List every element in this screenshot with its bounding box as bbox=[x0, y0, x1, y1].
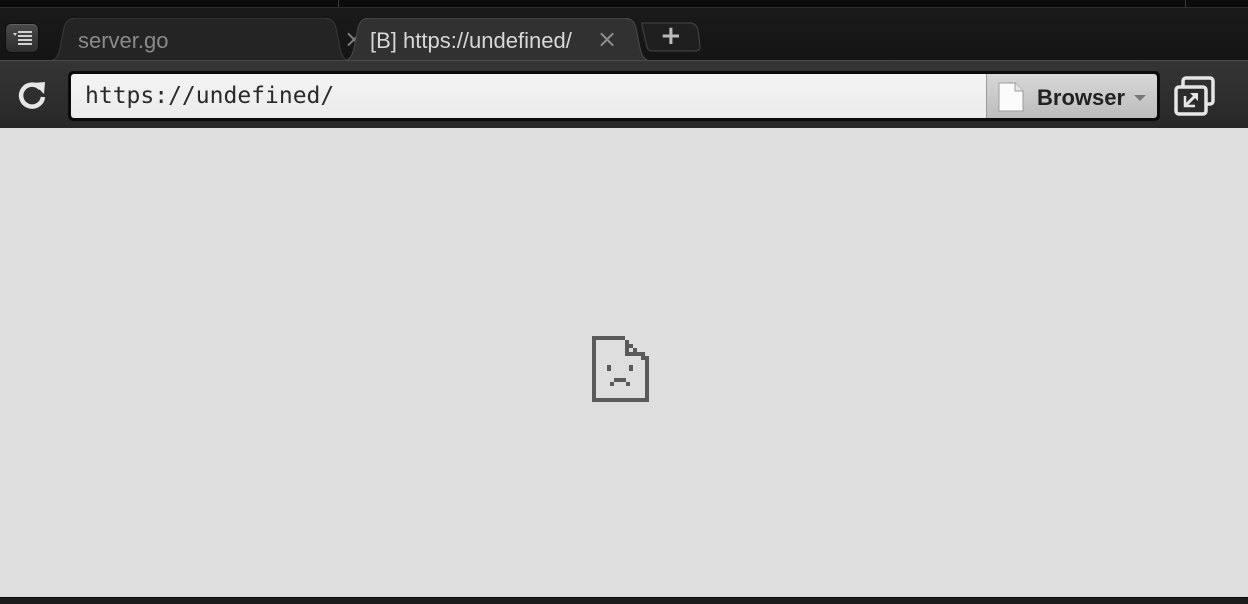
tab-undefined[interactable]: [B] https://undefined/ × bbox=[338, 18, 656, 62]
status-bar bbox=[0, 597, 1248, 604]
close-tab-icon[interactable]: × bbox=[597, 26, 617, 52]
new-tab-button[interactable]: + bbox=[640, 21, 702, 53]
page-icon bbox=[998, 82, 1024, 112]
tab-title: [B] https://undefined/ bbox=[370, 28, 572, 53]
omnibox: Browser bbox=[68, 71, 1160, 121]
window-popout-icon bbox=[1174, 76, 1215, 116]
plus-icon: + bbox=[660, 21, 682, 51]
reload-button[interactable] bbox=[12, 77, 52, 113]
divider bbox=[338, 0, 339, 7]
tab-server-go[interactable]: server.go × bbox=[44, 18, 364, 62]
popout-window-button[interactable] bbox=[1173, 75, 1217, 117]
browser-mode-select[interactable]: Browser bbox=[986, 74, 1157, 118]
menu-button[interactable] bbox=[5, 23, 39, 53]
tab-title: server.go bbox=[78, 28, 169, 53]
toolbar: Browser bbox=[0, 60, 1248, 128]
address-input[interactable] bbox=[71, 74, 986, 118]
sad-page-icon bbox=[592, 336, 649, 402]
reload-icon bbox=[18, 82, 46, 109]
browser-mode-label: Browser bbox=[1037, 85, 1126, 110]
page-content bbox=[0, 128, 1248, 597]
tab-strip: server.go × [B] https://undefined/ × + bbox=[0, 0, 1248, 62]
divider bbox=[1185, 0, 1186, 7]
window-top-edge bbox=[0, 0, 1248, 8]
chevron-down-icon bbox=[1134, 95, 1146, 101]
menu-list-icon bbox=[13, 31, 32, 45]
